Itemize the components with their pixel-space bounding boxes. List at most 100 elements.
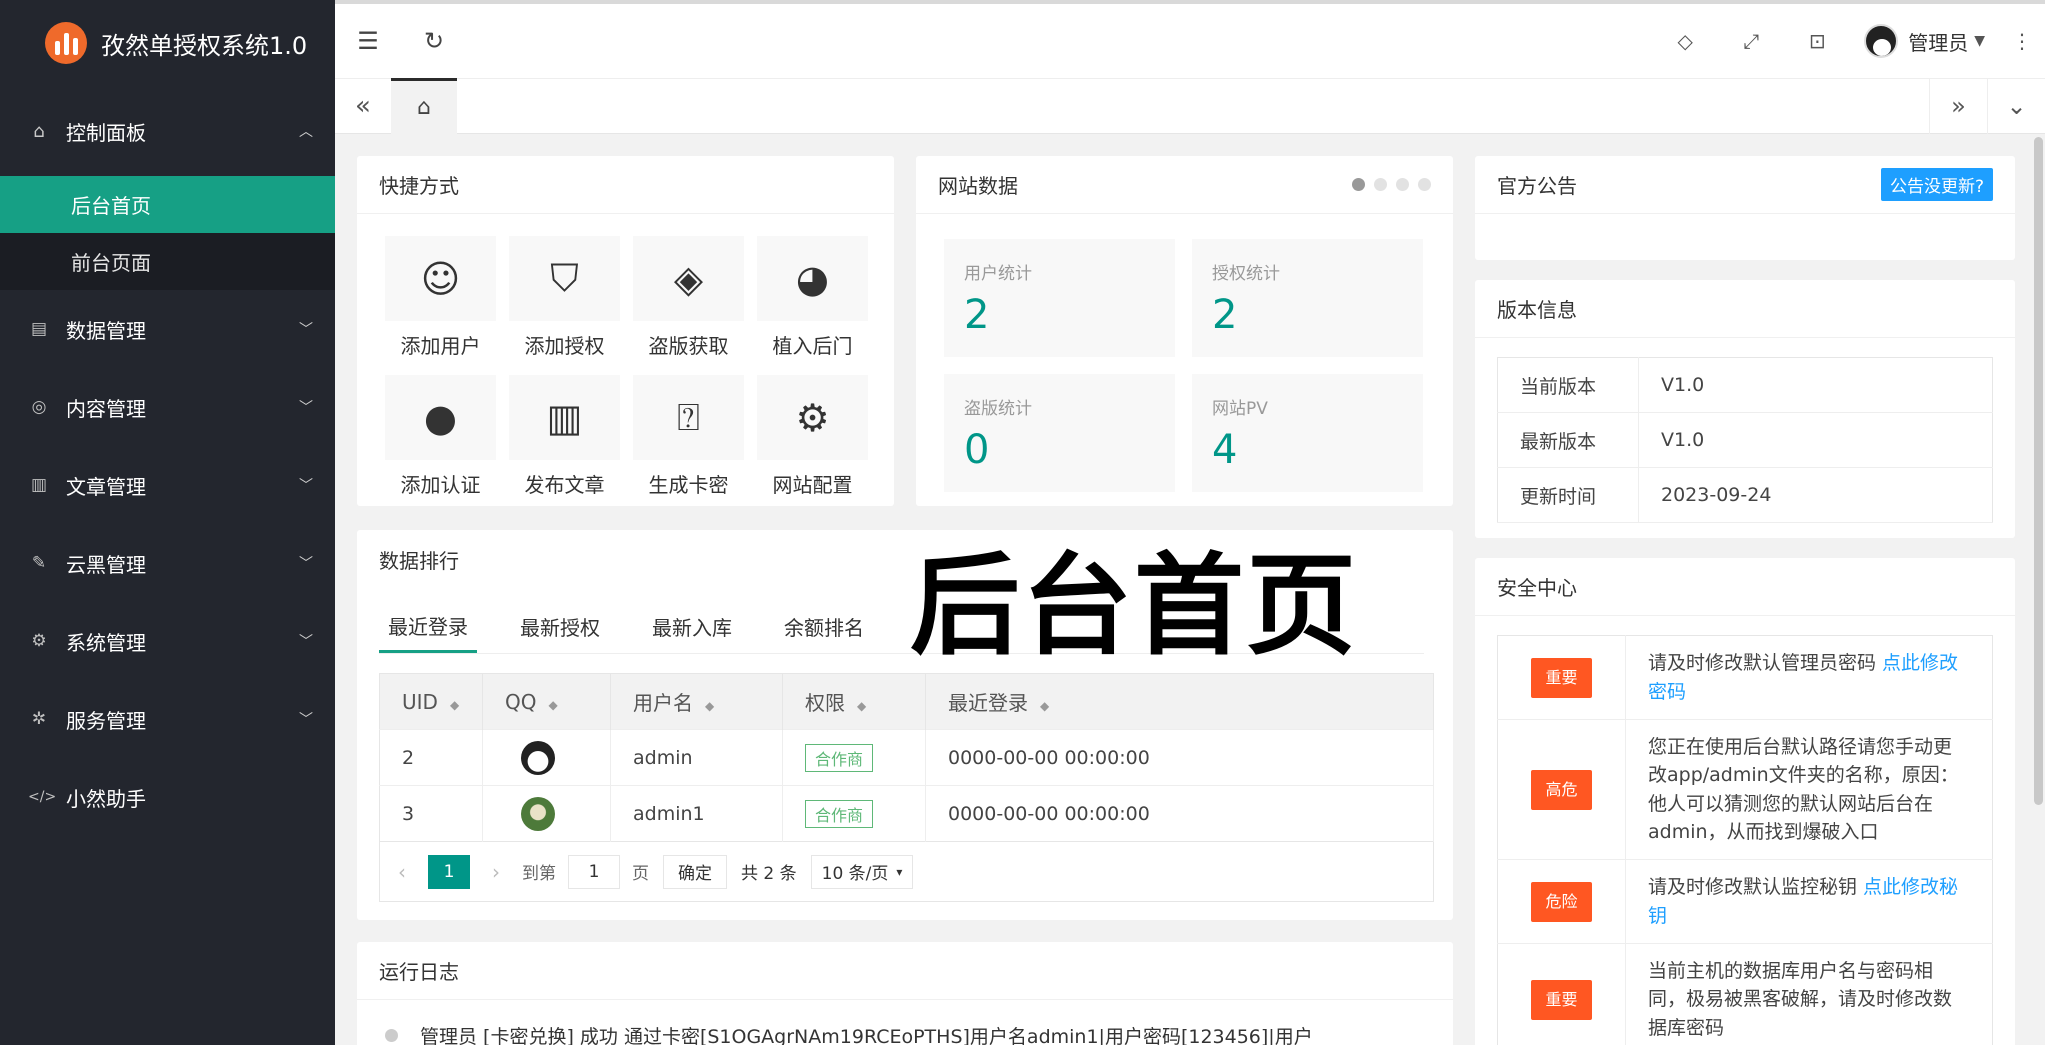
quick-access-card: 快捷方式 ☺ 添加用户 ⛉ 添加授权 ◈ 盗版获取 ◕ 植入后门 ● 添加认证 ▥ 发布文章… (357, 156, 894, 506)
sidebar-item-data[interactable]: ▤ 数据管理 ﹀ (0, 290, 335, 368)
col-uid[interactable]: UID ◆ (379, 673, 483, 730)
refresh-icon[interactable]: ↻ (401, 4, 467, 78)
log-card: 运行日志 管理员 [卡密兑换] 成功 通过卡密[S1OGAgrNAm19RCEo… (357, 942, 1453, 1045)
sidebar-item-label: 文章管理 (66, 474, 146, 499)
quick-add-cert[interactable]: ● 添加认证 (385, 375, 496, 498)
app-logo[interactable]: 孜然单授权系统1.0 (0, 0, 335, 86)
sidebar-item-admin-home[interactable]: 后台首页 (0, 176, 335, 233)
quick-piracy[interactable]: ◈ 盗版获取 (633, 236, 744, 359)
user-menu[interactable]: 管理员 ▼ (1850, 4, 1999, 78)
diamond-icon: ◈ (633, 236, 744, 321)
quick-add-auth[interactable]: ⛉ 添加授权 (509, 236, 620, 359)
tab-menu-chevron-icon[interactable]: ⌄ (1987, 78, 2045, 134)
more-icon[interactable]: ⋮ (1999, 4, 2045, 78)
stat-label: 网站PV (1212, 399, 1268, 419)
col-username[interactable]: 用户名 ◆ (610, 673, 783, 730)
home-icon: ⌂ (417, 95, 431, 120)
sidebar-item-cloud-black[interactable]: ✎ 云黑管理 ﹀ (0, 524, 335, 602)
sidebar: 孜然单授权系统1.0 ⌂ 控制面板 ︿ 后台首页 前台页面 ▤ 数据管理 ﹀ ◎… (0, 0, 335, 1045)
version-key: 当前版本 (1497, 357, 1639, 413)
avatar (1864, 24, 1899, 58)
quick-label: 植入后门 (772, 334, 853, 358)
tab-home[interactable]: ⌂ (391, 78, 457, 134)
confirm-button[interactable]: 确定 (663, 854, 727, 889)
site-title: 网站数据 (938, 174, 1018, 198)
security-message: 请及时修改默认监控秘钥 点此修改秘钥 (1625, 859, 1993, 944)
tab-recent-login[interactable]: 最近登录 (379, 600, 477, 653)
next-page-icon[interactable]: › (492, 860, 500, 884)
sidebar-item-system[interactable]: ⚙ 系统管理 ﹀ (0, 602, 335, 680)
sidebar-item-dashboard[interactable]: ⌂ 控制面板 ︿ (0, 86, 335, 176)
per-page-select[interactable]: 10 条/页 ▾ (810, 854, 914, 889)
security-title: 安全中心 (1497, 576, 1577, 600)
tab-latest-auth[interactable]: 最新授权 (511, 600, 609, 653)
goto-label: 到第 (522, 864, 556, 884)
quick-publish-article[interactable]: ▥ 发布文章 (509, 375, 620, 498)
compass-icon: ● (385, 375, 496, 460)
service-icon: ✲ (31, 709, 47, 729)
table-row: 高危 您正在使用后台默认路径请您手动更改app/admin文件夹的名称，原因：他… (1497, 719, 1993, 860)
sidebar-item-frontend[interactable]: 前台页面 (0, 233, 335, 290)
col-role[interactable]: 权限 ◆ (782, 673, 926, 730)
cell-role: 合作商 (782, 785, 926, 842)
menu-toggle-icon[interactable]: ☰ (335, 4, 401, 78)
overlay-page-title: 后台首页 (910, 542, 1358, 670)
quick-label: 盗版获取 (648, 334, 729, 358)
table-row: 2 admin 合作商 0000-00-00 00:00:00 (379, 729, 1434, 786)
sidebar-item-service[interactable]: ✲ 服务管理 ﹀ (0, 680, 335, 758)
sidebar-item-label: 云黑管理 (66, 552, 146, 577)
tab-balance-rank[interactable]: 余额排名 (775, 600, 873, 653)
scrollbar[interactable] (2034, 137, 2043, 805)
sidebar-item-label: 数据管理 (66, 318, 146, 343)
card-title: 快捷方式 (357, 156, 894, 214)
cell-last-login: 0000-00-00 00:00:00 (925, 785, 1434, 842)
stat-piracy: 盗版统计 0 (944, 374, 1175, 492)
quick-label: 发布文章 (524, 473, 605, 497)
level-cell: 危险 (1497, 859, 1626, 944)
quick-site-config[interactable]: ⚙ 网站配置 (757, 375, 868, 498)
table-row: 重要 请及时修改默认管理员密码 点此修改密码 (1497, 635, 1993, 720)
role-badge: 合作商 (805, 799, 874, 828)
ranking-table: UID ◆ QQ ◆ 用户名 ◆ 权限 ◆ 最近登录 ◆ 2 admin 合作商 0000… (379, 673, 1434, 842)
log-text: 管理员 [卡密兑换] 成功 通过卡密[S1OGAgrNAm19RCEoPTHS]… (420, 1026, 1313, 1045)
cell-uid: 3 (379, 785, 483, 842)
page-input[interactable]: 1 (568, 854, 620, 889)
caret-down-icon: ▼ (1974, 33, 1985, 49)
level-cell: 重要 (1497, 635, 1626, 720)
palette-icon: ◕ (757, 236, 868, 321)
carousel-dots[interactable] (1352, 178, 1431, 191)
cell-uid: 2 (379, 729, 483, 786)
stat-auth: 授权统计 2 (1192, 239, 1423, 357)
prev-page-icon[interactable]: ‹ (398, 860, 406, 884)
tab-scroll-right-icon[interactable]: » (1929, 78, 1987, 134)
ranking-title: 数据排行 (379, 548, 459, 573)
chevron-up-icon: ︿ (299, 124, 313, 140)
notice-title: 官方公告 (1497, 174, 1577, 198)
quick-generate-card[interactable]: ⍰ 生成卡密 (633, 375, 744, 498)
quick-backdoor[interactable]: ◕ 植入后门 (757, 236, 868, 359)
sidebar-item-article[interactable]: ▥ 文章管理 ﹀ (0, 446, 335, 524)
chevron-down-icon: ﹀ (299, 322, 313, 338)
gear-icon: ⚙ (757, 375, 868, 460)
notice-update-badge[interactable]: 公告没更新? (1880, 168, 1993, 201)
user-icon: ☺ (385, 236, 496, 321)
col-qq[interactable]: QQ ◆ (482, 673, 611, 730)
sidebar-item-content[interactable]: ◎ 内容管理 ﹀ (0, 368, 335, 446)
avatar (521, 796, 555, 831)
version-value: 2023-09-24 (1638, 467, 1993, 523)
page-current[interactable]: 1 (428, 854, 470, 889)
fullscreen-icon[interactable]: ⤢ (1718, 4, 1784, 78)
book-icon: ▥ (30, 475, 48, 495)
chevron-down-icon: ▾ (896, 864, 903, 879)
level-badge: 重要 (1531, 657, 1592, 698)
card-title: 官方公告 公告没更新? (1475, 156, 2015, 214)
tab-scroll-left-icon[interactable]: « (335, 78, 391, 134)
tab-latest-stock[interactable]: 最新入库 (643, 600, 741, 653)
sidebar-item-assistant[interactable]: </> 小然助手 (0, 758, 335, 836)
tag-icon[interactable]: ◇ (1652, 4, 1718, 78)
stat-value: 4 (1212, 427, 1238, 473)
lock-icon[interactable]: ⊡ (1784, 4, 1850, 78)
code-icon: </> (28, 789, 57, 805)
col-last-login[interactable]: 最近登录 ◆ (925, 673, 1434, 730)
quick-add-user[interactable]: ☺ 添加用户 (385, 236, 496, 359)
